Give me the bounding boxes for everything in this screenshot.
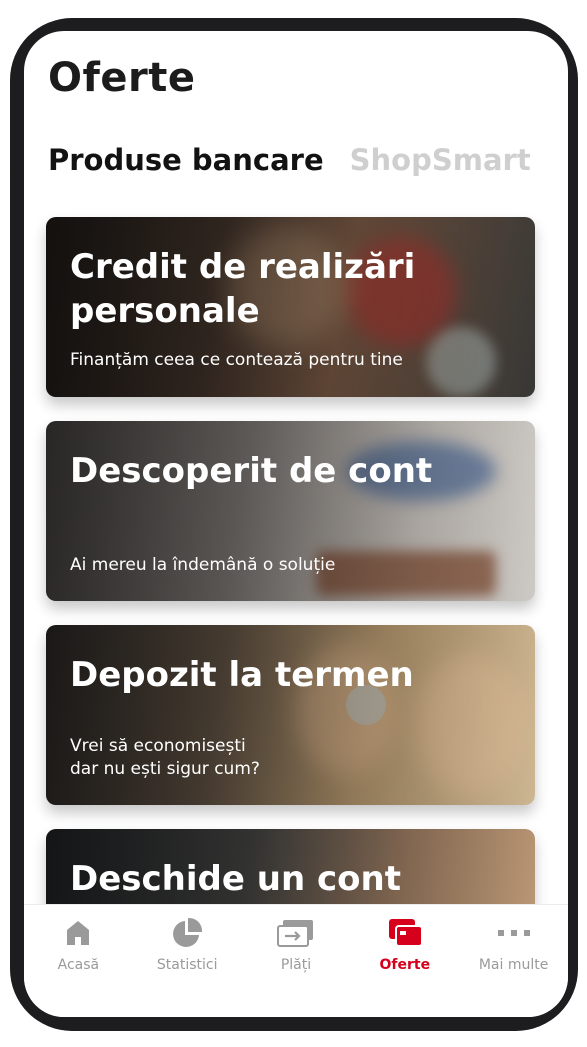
tab-bar: Produse bancare ShopSmart bbox=[48, 143, 531, 177]
card-title: Descoperit de cont bbox=[70, 451, 433, 491]
nav-label: Mai multe bbox=[478, 957, 549, 973]
card-title: Depozit la termen bbox=[70, 655, 414, 695]
nav-label: Oferte bbox=[379, 957, 431, 973]
transfer-icon bbox=[276, 917, 315, 949]
offer-card-credit[interactable]: Credit de realizări personale Finanțăm c… bbox=[46, 217, 535, 397]
home-icon bbox=[65, 917, 91, 949]
more-icon bbox=[497, 917, 531, 949]
nav-label: Acasă bbox=[57, 957, 100, 973]
nav-item-statistici[interactable]: Statistici bbox=[133, 905, 242, 1017]
card-subtitle: Ai mereu la îndemână o soluție bbox=[70, 555, 336, 575]
nav-label: Plăți bbox=[280, 957, 312, 973]
nav-item-mai-multe[interactable]: Mai multe bbox=[459, 905, 568, 1017]
cards-icon bbox=[387, 917, 423, 949]
nav-item-plati[interactable]: Plăți bbox=[242, 905, 351, 1017]
offer-card-descoperit[interactable]: Descoperit de cont Ai mereu la îndemână … bbox=[46, 421, 535, 601]
card-subtitle: Vrei să economisești dar nu ești sigur c… bbox=[70, 736, 260, 779]
offer-card-depozit[interactable]: Depozit la termen Vrei să economisești d… bbox=[46, 625, 535, 805]
offer-card-list: Credit de realizări personale Finanțăm c… bbox=[46, 217, 535, 1017]
nav-item-oferte[interactable]: Oferte bbox=[350, 905, 459, 1017]
phone-side-button-right bbox=[568, 486, 578, 566]
page-title: Oferte bbox=[48, 55, 196, 101]
tab-shopsmart[interactable]: ShopSmart bbox=[350, 143, 531, 177]
nav-label: Statistici bbox=[156, 957, 218, 973]
nav-item-acasa[interactable]: Acasă bbox=[24, 905, 133, 1017]
app-screen: Oferte Produse bancare ShopSmart Credit … bbox=[24, 31, 568, 1017]
card-title: Deschide un cont bbox=[70, 859, 401, 899]
tab-produse-bancare[interactable]: Produse bancare bbox=[48, 143, 324, 177]
card-subtitle: Finanțăm ceea ce contează pentru tine bbox=[70, 350, 403, 370]
phone-side-button-left bbox=[10, 173, 22, 378]
card-title: Credit de realizări personale bbox=[70, 247, 416, 331]
bottom-nav-bar: Acasă Statistici Plăți Oferte Mai multe bbox=[24, 904, 568, 1017]
pie-chart-icon bbox=[171, 917, 203, 949]
